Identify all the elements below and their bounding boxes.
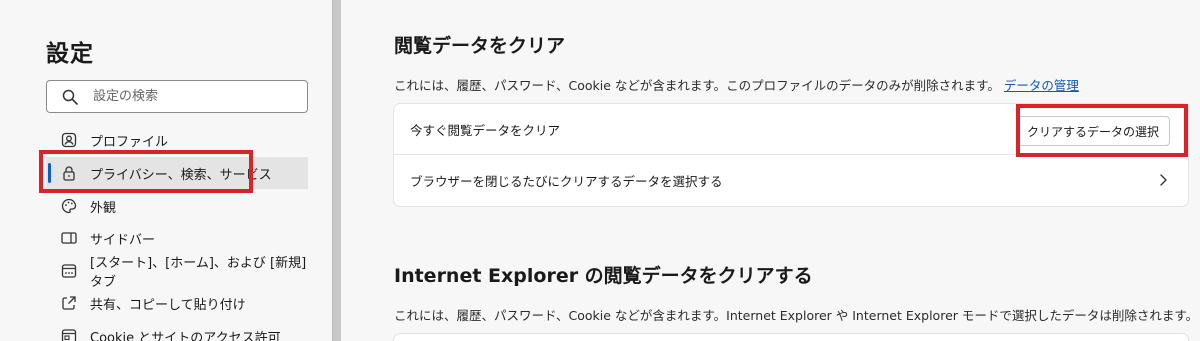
settings-search-box[interactable] bbox=[46, 80, 308, 113]
chevron-right-icon bbox=[1160, 174, 1167, 186]
sidebar-title: 設定 bbox=[46, 41, 94, 67]
description-text: これには、履歴、パスワード、Cookie などが含まれます。このプロファイルのデ… bbox=[394, 78, 1000, 93]
sidebar-item-label: プロファイル bbox=[90, 134, 169, 150]
highlight-box-choose-button bbox=[1016, 104, 1188, 157]
search-icon bbox=[62, 89, 78, 105]
sidebar-item-label: [スタート]、[ホーム]、および [新規] タブ bbox=[90, 256, 307, 290]
highlight-box-privacy bbox=[39, 150, 253, 193]
profile-icon bbox=[60, 131, 78, 149]
sidebar-item-sidebar[interactable]: サイドバー bbox=[46, 222, 308, 254]
clear-on-close-row[interactable]: ブラウザーを閉じるたびにクリアするデータを選択する bbox=[394, 155, 1188, 206]
sidebar-item-cookies-site-permissions[interactable]: Cookie とサイトのアクセス許可 bbox=[46, 320, 308, 341]
ie-clear-data-description: これには、履歴、パスワード、Cookie などが含まれます。Internet E… bbox=[394, 308, 1199, 323]
sidebar-item-start-home-newtab[interactable]: [スタート]、[ホーム]、および [新規] タブ bbox=[46, 255, 308, 290]
cookie-site-icon bbox=[60, 327, 78, 341]
sidebar-item-share-copy-paste[interactable]: 共有、コピーして貼り付け bbox=[46, 287, 308, 319]
clear-browsing-data-description: これには、履歴、パスワード、Cookie などが含まれます。このプロファイルのデ… bbox=[394, 75, 1079, 94]
clear-on-close-label: ブラウザーを閉じるたびにクリアするデータを選択する bbox=[410, 174, 723, 189]
clear-browsing-data-title: 閲覧データをクリア bbox=[394, 35, 566, 57]
settings-search-input[interactable] bbox=[93, 81, 293, 112]
sidebar-item-label: 外観 bbox=[90, 200, 117, 216]
sidebar-icon bbox=[60, 229, 78, 247]
sidebar-item-label: Cookie とサイトのアクセス許可 bbox=[90, 330, 281, 341]
manage-data-link[interactable]: データの管理 bbox=[1004, 78, 1079, 93]
palette-icon bbox=[60, 197, 78, 215]
new-tab-icon bbox=[60, 262, 78, 280]
sidebar-scrollbar[interactable] bbox=[332, 0, 341, 341]
sidebar-item-label: サイドバー bbox=[90, 232, 156, 248]
clear-now-label: 今すぐ閲覧データをクリア bbox=[410, 122, 561, 138]
ie-clear-data-title: Internet Explorer の閲覧データをクリアする bbox=[394, 265, 813, 287]
ie-clear-data-card bbox=[394, 334, 1188, 341]
sidebar-item-label: 共有、コピーして貼り付け bbox=[90, 297, 246, 313]
sidebar-item-appearance[interactable]: 外観 bbox=[46, 190, 308, 222]
share-icon bbox=[60, 294, 78, 312]
